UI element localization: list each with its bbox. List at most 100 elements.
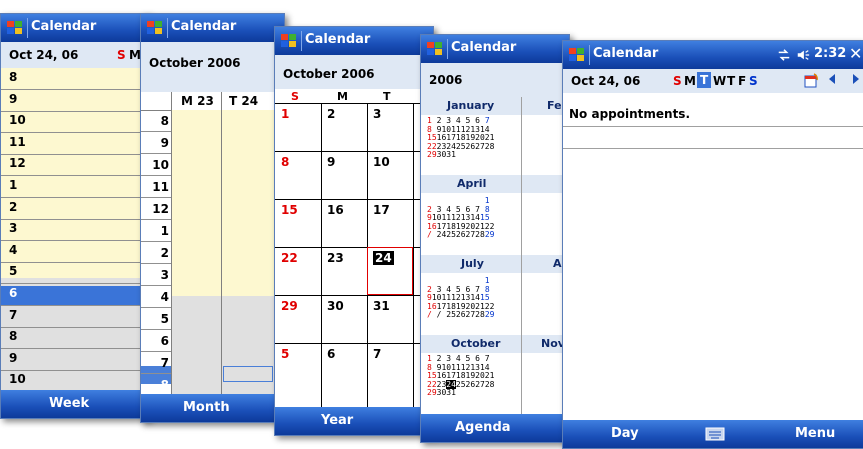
windows-start-icon[interactable] — [425, 39, 445, 59]
windows-start-icon[interactable] — [567, 45, 587, 65]
agenda-list[interactable]: No appointments. — [563, 93, 863, 422]
week-softkey[interactable]: Week — [49, 396, 89, 411]
next-arrow-icon[interactable] — [853, 74, 859, 84]
hour-label: 12 — [9, 156, 26, 171]
date-label[interactable]: Oct 24, 06 — [571, 74, 640, 88]
today-icon[interactable] — [803, 73, 819, 89]
day-cell[interactable]: 31 — [373, 299, 390, 313]
day-cell[interactable]: 2 — [327, 107, 335, 121]
close-icon[interactable]: ✕ — [849, 44, 862, 63]
grid-col-line — [413, 103, 414, 409]
app-title: Calendar — [593, 46, 659, 61]
month-grid-screen: Calendar October 2006 S M T 1 2 3 8 9 10 15 16 1… — [274, 26, 434, 436]
week-letter-wednesday[interactable]: W — [713, 74, 726, 88]
title-separator — [447, 39, 448, 59]
prev-arrow-icon[interactable] — [829, 74, 835, 84]
hour-separator — [141, 329, 171, 330]
month-title-july[interactable]: July — [461, 257, 484, 270]
day-cell[interactable]: 5 — [281, 347, 289, 361]
windows-start-icon[interactable] — [5, 18, 25, 38]
menu-softkey[interactable]: Menu — [795, 426, 835, 441]
day-softkey[interactable]: Day — [611, 426, 639, 441]
hour-separator — [141, 153, 171, 154]
hour-grid[interactable]: 8 9 10 11 12 1 2 3 4 5 6 7 8 9 10 — [1, 68, 149, 393]
weekday-header: S M T — [275, 89, 433, 103]
year-softkey[interactable]: Year — [321, 413, 353, 428]
week-letter-monday[interactable]: M — [684, 74, 696, 88]
day-cell[interactable]: 30 — [327, 299, 344, 313]
hour-label: 5 — [160, 312, 169, 326]
month-title-february[interactable]: Fe — [547, 99, 562, 112]
month-title-august[interactable]: A — [553, 257, 562, 270]
hour-label: 9 — [9, 91, 18, 106]
mini-month-january[interactable]: 1 2 3 4 5 6 7 8 91011121314 151617181920… — [427, 116, 494, 160]
clock[interactable]: 2:32 — [814, 46, 846, 61]
week-letter-saturday[interactable]: S — [749, 74, 758, 88]
col-tuesday[interactable]: T 24 — [229, 94, 258, 108]
windows-start-icon[interactable] — [279, 31, 299, 51]
month-title-january[interactable]: January — [447, 99, 494, 112]
day-cell[interactable]: 3 — [373, 107, 381, 121]
day-cell[interactable]: 1 — [281, 107, 289, 121]
hour-label: 8 — [160, 378, 169, 392]
hour-separator — [1, 175, 149, 177]
volume-icon[interactable] — [795, 48, 811, 62]
windows-start-icon[interactable] — [145, 18, 165, 38]
agenda-softkey[interactable]: Agenda — [455, 420, 511, 435]
mini-month-july[interactable]: 1 2 3 4 5 6 7 8 9101112131415 1617181920… — [427, 276, 494, 320]
hour-separator — [1, 326, 149, 328]
day-cell[interactable]: 15 — [281, 203, 298, 217]
day-cell[interactable]: 22 — [281, 251, 298, 265]
hour-label: 5 — [9, 264, 18, 279]
mini-month-october[interactable]: 1 2 3 4 5 6 7 8 91011121314 151617181920… — [427, 354, 494, 398]
mini-month-april[interactable]: 1 2 3 4 5 6 7 8 9101112131415 1617181920… — [427, 196, 494, 240]
hour-grid[interactable]: 8 9 10 11 12 1 2 3 4 5 6 7 8 — [141, 110, 284, 396]
no-appointments-message: No appointments. — [569, 107, 691, 121]
hour-label: 8 — [9, 329, 18, 344]
month-softkey[interactable]: Month — [183, 400, 230, 415]
day-letter-sunday[interactable]: S — [117, 48, 126, 62]
day-cell[interactable]: 9 — [327, 155, 335, 169]
connectivity-icon[interactable] — [776, 48, 792, 62]
hour-separator — [141, 263, 171, 264]
day-cell[interactable]: 29 — [281, 299, 298, 313]
hour-separator — [1, 240, 149, 242]
month-title-october[interactable]: October — [451, 337, 500, 350]
hour-separator — [141, 285, 171, 286]
week-letter-tuesday-selected[interactable]: T — [697, 72, 712, 88]
day-cell[interactable]: 7 — [373, 347, 381, 361]
month-grid[interactable]: 1 2 3 8 9 10 15 16 17 22 23 24 29 30 31 5 6 7 — [275, 103, 433, 409]
day-cell[interactable]: 6 — [327, 347, 335, 361]
month-label[interactable]: October 2006 — [283, 67, 375, 81]
hour-label: 7 — [160, 356, 169, 370]
month-label[interactable]: October 2006 — [149, 56, 241, 70]
hour-label: 11 — [9, 134, 26, 149]
week-letter-friday[interactable]: F — [738, 74, 746, 88]
keyboard-icon[interactable] — [705, 427, 725, 441]
hour-separator — [141, 197, 171, 198]
hour-label: 2 — [160, 246, 169, 260]
hour-label: 9 — [160, 136, 169, 150]
hour-separator — [1, 197, 149, 198]
date-label[interactable]: Oct 24, 06 — [9, 48, 78, 62]
month-title-april[interactable]: April — [457, 177, 486, 190]
hour-separator — [141, 351, 171, 352]
week-letter-thursday[interactable]: T — [727, 74, 735, 88]
title-separator — [167, 18, 168, 38]
day-cell[interactable]: 8 — [281, 155, 289, 169]
hour-separator — [1, 89, 149, 90]
day-cell[interactable]: 16 — [327, 203, 344, 217]
col-monday[interactable]: M 23 — [181, 94, 214, 108]
soft-key-bar: Year — [275, 407, 433, 435]
week-letter-sunday[interactable]: S — [673, 74, 682, 88]
day-cell[interactable]: 23 — [327, 251, 344, 265]
soft-key-bar: Agenda — [421, 414, 569, 442]
year-grid[interactable]: January Fe 1 2 3 4 5 6 7 8 91011121314 1… — [421, 97, 569, 417]
day-column-headers: M 23 T 24 — [141, 92, 284, 111]
hour-label: 1 — [160, 224, 169, 238]
day-cell[interactable]: 17 — [373, 203, 390, 217]
year-label[interactable]: 2006 — [429, 73, 462, 87]
hour-label: 6 — [160, 334, 169, 348]
day-cell[interactable]: 10 — [373, 155, 390, 169]
title-bar: Calendar — [1, 14, 149, 42]
